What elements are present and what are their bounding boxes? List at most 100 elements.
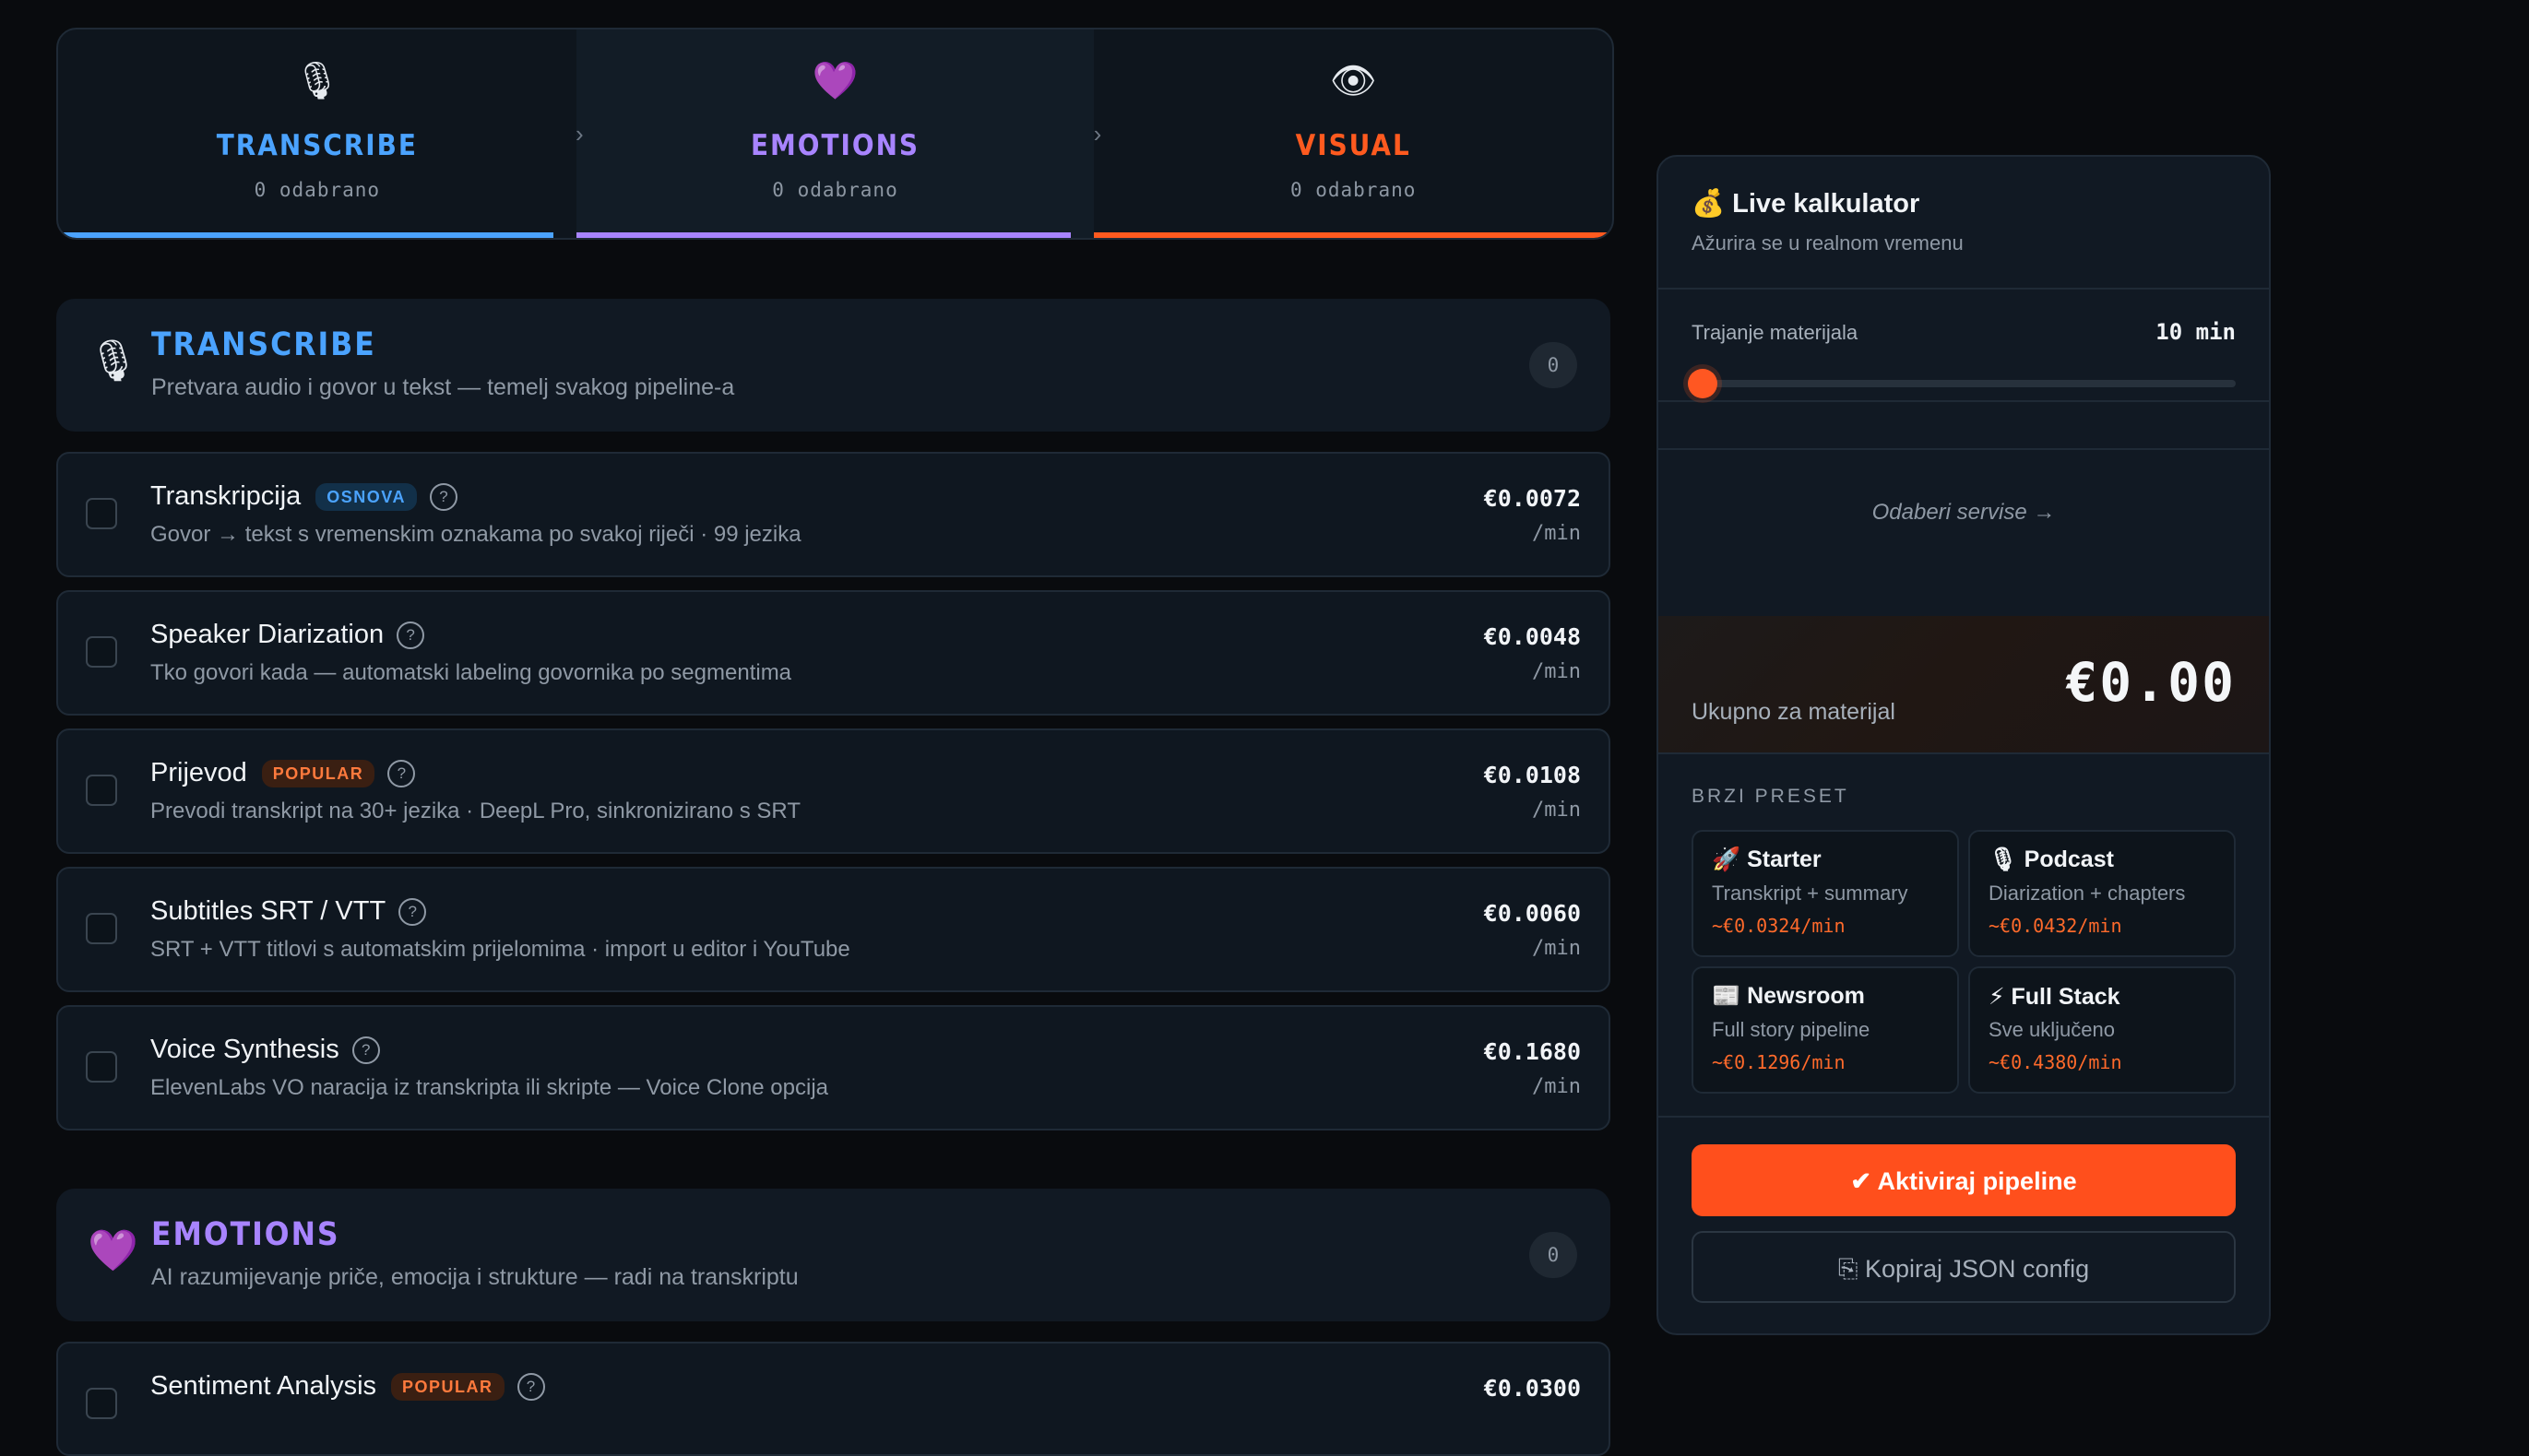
service-name: Transkripcija	[150, 481, 302, 511]
service-row-sentiment-analysis[interactable]: Sentiment Analysis POPULAR ? €0.0300	[56, 1342, 1610, 1456]
service-name: Sentiment Analysis	[150, 1371, 377, 1401]
pipeline-steps: 🎙 TRANSCRIBE 0 odabrano › 💜 EMOTIONS 0 o…	[56, 28, 1614, 240]
category-header-emotions: 💜 EMOTIONS AI razumijevanje priče, emoci…	[56, 1189, 1610, 1321]
tab-transcribe[interactable]: 🎙 TRANSCRIBE 0 odabrano ›	[58, 30, 584, 238]
purple-heart-icon: 💜	[88, 1228, 138, 1273]
preset-description: Transkript + summary	[1712, 882, 1908, 905]
category-description: Pretvara audio i govor u tekst — temelj …	[151, 374, 735, 400]
service-row-speaker-diarization[interactable]: Speaker Diarization ? Tko govori kada — …	[56, 590, 1610, 716]
microphone-icon: 🎙	[88, 338, 139, 384]
service-description: ElevenLabs VO naracija iz transkripta il…	[150, 1075, 829, 1100]
preset-title: 🎙 Podcast	[1989, 846, 2114, 872]
service-price-unit: /min	[1532, 660, 1581, 683]
service-price: €0.0300	[1483, 1375, 1581, 1402]
service-name: Voice Synthesis	[150, 1035, 339, 1064]
preset-title: 📰 Newsroom	[1712, 983, 1865, 1009]
service-badge: POPULAR	[391, 1372, 505, 1401]
service-row-prijevod[interactable]: Prijevod POPULAR ? Prevodi transkript na…	[56, 728, 1610, 854]
help-icon[interactable]: ?	[397, 621, 425, 649]
step-progress-bar	[58, 232, 553, 238]
service-price: €0.0060	[1483, 900, 1581, 927]
service-badge: OSNOVA	[315, 482, 417, 511]
service-checkbox[interactable]	[86, 913, 117, 944]
service-title: Speaker Diarization ?	[150, 620, 425, 650]
service-checkbox[interactable]	[86, 1051, 117, 1083]
live-calculator-panel: 💰 Live kalkulator Ažurira se u realnom v…	[1656, 155, 2271, 1335]
service-title: Sentiment Analysis POPULAR ?	[150, 1371, 545, 1402]
help-icon[interactable]: ?	[429, 482, 457, 511]
total-label: Ukupno za materijal	[1692, 699, 1895, 725]
selected-services-list	[1658, 402, 2269, 450]
preset-newsroom[interactable]: 📰 Newsroom Full story pipeline ~€0.1296/…	[1692, 966, 1959, 1094]
service-description: Tko govori kada — automatski labeling go…	[150, 660, 792, 685]
duration-label: Trajanje materijala	[1692, 321, 1858, 344]
step-name: TRANSCRIBE	[216, 129, 418, 162]
duration-control: Trajanje materijala 10 min	[1658, 290, 2269, 402]
service-title: Subtitles SRT / VTT ?	[150, 896, 427, 927]
service-description: Govor → tekst s vremenskim oznakama po s…	[150, 522, 801, 547]
service-name: Speaker Diarization	[150, 620, 385, 649]
duration-slider-track[interactable]	[1687, 369, 2236, 398]
preset-title: 🚀 Starter	[1712, 846, 1822, 872]
total-value: €0.00	[2065, 651, 2236, 714]
service-checkbox[interactable]	[86, 498, 117, 529]
activate-pipeline-button[interactable]: ✔ Aktiviraj pipeline	[1692, 1144, 2236, 1216]
service-row-subtitles[interactable]: Subtitles SRT / VTT ? SRT + VTT titlovi …	[56, 867, 1610, 992]
service-description: Prevodi transkript na 30+ jezika · DeepL…	[150, 799, 801, 823]
preset-price: ~€0.0324/min	[1712, 915, 1846, 937]
divider	[1658, 1116, 2269, 1118]
service-row-transkripcija[interactable]: Transkripcija OSNOVA ? Govor → tekst s v…	[56, 452, 1610, 577]
category-title: EMOTIONS	[151, 1216, 340, 1253]
preset-description: Diarization + chapters	[1989, 882, 2186, 905]
service-price-unit: /min	[1532, 522, 1581, 545]
help-icon[interactable]: ?	[351, 1036, 380, 1064]
service-price: €0.0072	[1483, 485, 1581, 512]
step-selected-count: 0 odabrano	[1289, 179, 1417, 201]
step-progress-bar	[576, 232, 1072, 238]
calculator-subtitle: Ažurira se u realnom vremenu	[1692, 231, 1964, 255]
category-count-badge: 0	[1529, 1232, 1577, 1278]
service-row-voice-synthesis[interactable]: Voice Synthesis ? ElevenLabs VO naracija…	[56, 1005, 1610, 1130]
preset-full-stack[interactable]: ⚡ Full Stack Sve uključeno ~€0.4380/min	[1968, 966, 2236, 1094]
category-description: AI razumijevanje priče, emocija i strukt…	[151, 1264, 799, 1290]
preset-heading: BRZI PRESET	[1692, 786, 1849, 807]
category-title: TRANSCRIBE	[151, 326, 376, 363]
service-description: SRT + VTT titlovi s automatskim prijelom…	[150, 937, 850, 962]
calculator-header: 💰 Live kalkulator Ažurira se u realnom v…	[1658, 157, 2269, 290]
service-badge: POPULAR	[261, 759, 375, 787]
step-name: EMOTIONS	[750, 129, 920, 162]
service-price: €0.0048	[1483, 623, 1581, 650]
tab-visual[interactable]: 👁 VISUAL 0 odabrano	[1094, 30, 1612, 238]
preset-description: Full story pipeline	[1712, 1018, 1870, 1041]
copy-json-config-button[interactable]: ⎘ Kopiraj JSON config	[1692, 1231, 2236, 1303]
category-header-transcribe: 🎙 TRANSCRIBE Pretvara audio i govor u te…	[56, 299, 1610, 432]
preset-description: Sve uključeno	[1989, 1018, 2115, 1041]
calculator-title: 💰 Live kalkulator	[1692, 189, 1920, 219]
service-name: Prijevod	[150, 758, 247, 787]
step-selected-count: 0 odabrano	[772, 179, 898, 201]
duration-slider-handle[interactable]	[1687, 369, 1717, 398]
microphone-icon: 🎙	[293, 61, 341, 101]
preset-podcast[interactable]: 🎙 Podcast Diarization + chapters ~€0.043…	[1968, 830, 2236, 957]
step-name: VISUAL	[1295, 129, 1411, 162]
service-price: €0.1680	[1483, 1038, 1581, 1065]
help-icon[interactable]: ?	[516, 1372, 545, 1401]
service-title: Voice Synthesis ?	[150, 1035, 380, 1065]
service-title: Prijevod POPULAR ?	[150, 758, 416, 788]
empty-selection-hint: Odaberi servise →	[1658, 450, 2269, 585]
tab-emotions[interactable]: 💜 EMOTIONS 0 odabrano ›	[576, 30, 1101, 238]
help-icon[interactable]: ?	[387, 759, 416, 787]
preset-price: ~€0.1296/min	[1712, 1051, 1846, 1073]
preset-starter[interactable]: 🚀 Starter Transkript + summary ~€0.0324/…	[1692, 830, 1959, 957]
help-icon[interactable]: ?	[398, 897, 427, 926]
empty-hint-text: Odaberi servise →	[1871, 500, 2056, 525]
eye-icon: 👁	[1329, 61, 1377, 101]
service-checkbox[interactable]	[86, 1388, 117, 1419]
preset-title: ⚡ Full Stack	[1989, 984, 2120, 1010]
preset-price: ~€0.4380/min	[1989, 1051, 2122, 1073]
service-checkbox[interactable]	[86, 775, 117, 806]
service-checkbox[interactable]	[86, 636, 117, 668]
service-title: Transkripcija OSNOVA ?	[150, 481, 457, 512]
preset-price: ~€0.0432/min	[1989, 915, 2122, 937]
chevron-right-icon: ›	[1093, 120, 1102, 148]
